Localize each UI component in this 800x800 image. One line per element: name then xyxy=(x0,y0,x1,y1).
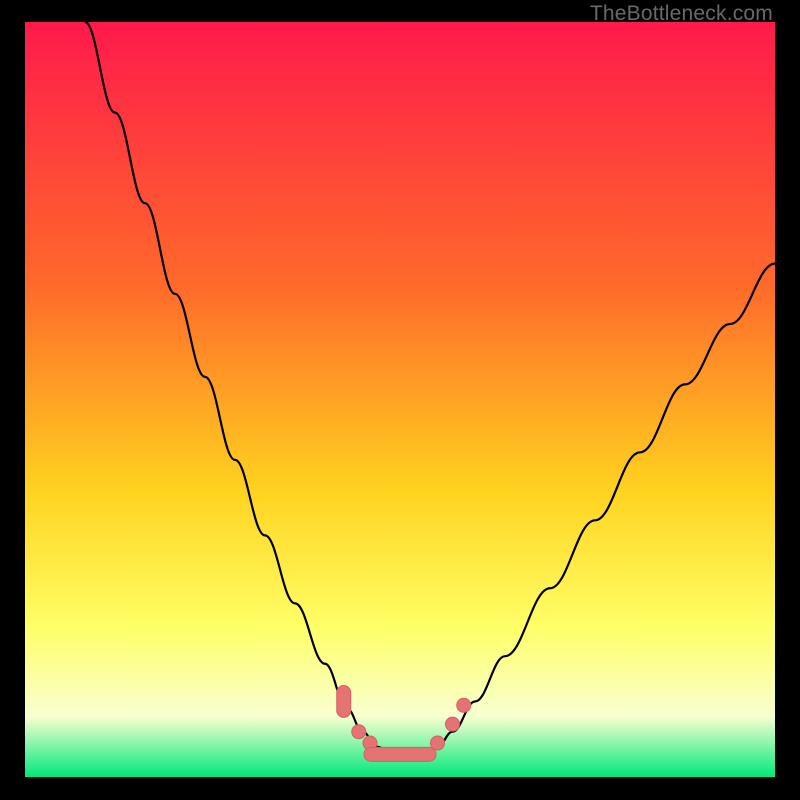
curve-marker xyxy=(446,717,460,731)
chart-background xyxy=(25,22,775,777)
chart-frame xyxy=(25,22,775,777)
curve-marker xyxy=(431,736,445,750)
curve-marker xyxy=(337,686,351,718)
curve-marker xyxy=(457,698,471,712)
curve-marker xyxy=(352,725,366,739)
bottleneck-chart xyxy=(25,22,775,777)
curve-marker xyxy=(364,747,436,761)
watermark-text: TheBottleneck.com xyxy=(590,2,773,26)
